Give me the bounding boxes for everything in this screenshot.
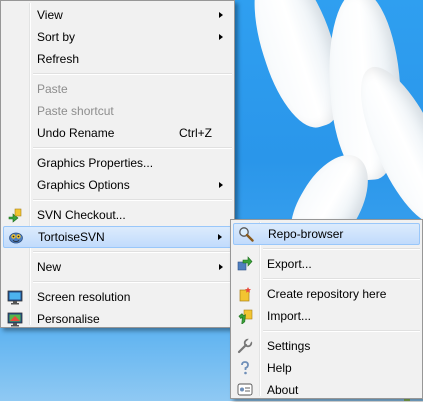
submenu-arrow-icon bbox=[219, 34, 223, 40]
menu-item-paste-shortcut[interactable]: Paste shortcut bbox=[3, 100, 232, 122]
menu-item-tortoisesvn[interactable]: TortoiseSVN bbox=[3, 226, 232, 248]
menu-separator bbox=[263, 278, 420, 280]
submenu-arrow-icon bbox=[219, 264, 223, 270]
menu-item-sort-by[interactable]: Sort by bbox=[3, 26, 232, 48]
submenu-arrow-icon bbox=[218, 234, 222, 240]
menu-item-undo-rename[interactable]: Undo Rename Ctrl+Z bbox=[3, 122, 232, 144]
personalise-icon bbox=[7, 311, 23, 327]
menu-item-label: Export... bbox=[267, 257, 312, 271]
menu-separator bbox=[33, 73, 232, 75]
submenu-item-create-repository[interactable]: Create repository here bbox=[233, 283, 420, 305]
menu-item-label: Undo Rename bbox=[37, 126, 115, 140]
menu-item-label: Help bbox=[267, 361, 292, 375]
menu-item-label: Sort by bbox=[37, 30, 76, 44]
svn-checkout-icon bbox=[7, 207, 23, 223]
menu-separator bbox=[33, 281, 232, 283]
menu-item-paste[interactable]: Paste bbox=[3, 78, 232, 100]
menu-item-label: Import... bbox=[267, 309, 312, 323]
menu-item-svn-checkout[interactable]: SVN Checkout... bbox=[3, 204, 232, 226]
menu-item-label: TortoiseSVN bbox=[38, 230, 105, 244]
tortoisesvn-icon bbox=[8, 229, 24, 245]
repo-browser-icon bbox=[238, 226, 254, 242]
menu-separator bbox=[33, 251, 232, 253]
export-icon bbox=[237, 256, 253, 272]
menu-separator bbox=[263, 248, 420, 250]
menu-item-label: SVN Checkout... bbox=[37, 208, 126, 222]
menu-item-new[interactable]: New bbox=[3, 256, 232, 278]
menu-separator bbox=[33, 199, 232, 201]
submenu-item-export[interactable]: Export... bbox=[233, 253, 420, 275]
desktop-context-menu: View Sort by Refresh Paste Paste shortcu… bbox=[0, 0, 235, 328]
menu-item-label: Paste bbox=[37, 82, 68, 96]
screen-resolution-icon bbox=[7, 289, 23, 305]
menu-item-label: About bbox=[267, 383, 299, 397]
menu-item-screen-resolution[interactable]: Screen resolution bbox=[3, 286, 232, 308]
submenu-item-import[interactable]: Import... bbox=[233, 305, 420, 327]
menu-item-view[interactable]: View bbox=[3, 4, 232, 26]
menu-item-label: Refresh bbox=[37, 52, 80, 66]
help-icon bbox=[237, 360, 253, 376]
menu-item-label: New bbox=[37, 260, 62, 274]
menu-item-label: Repo-browser bbox=[268, 227, 344, 241]
menu-separator bbox=[263, 330, 420, 332]
menu-item-label: Paste shortcut bbox=[37, 104, 114, 118]
menu-item-label: Create repository here bbox=[267, 287, 387, 301]
menu-item-label: Screen resolution bbox=[37, 290, 131, 304]
about-icon bbox=[237, 382, 253, 398]
submenu-item-settings[interactable]: Settings bbox=[233, 335, 420, 357]
menu-item-label: View bbox=[37, 8, 63, 22]
menu-item-shortcut: Ctrl+Z bbox=[179, 126, 212, 140]
submenu-arrow-icon bbox=[219, 12, 223, 18]
submenu-item-help[interactable]: Help bbox=[233, 357, 420, 379]
tortoisesvn-submenu: Repo-browser Export... Create repository… bbox=[230, 219, 423, 399]
submenu-item-about[interactable]: About bbox=[233, 379, 420, 401]
menu-item-graphics-options[interactable]: Graphics Options bbox=[3, 174, 232, 196]
menu-item-label: Personalise bbox=[37, 312, 100, 326]
import-icon bbox=[237, 308, 253, 325]
submenu-item-repo-browser[interactable]: Repo-browser bbox=[233, 223, 420, 245]
menu-item-graphics-properties[interactable]: Graphics Properties... bbox=[3, 152, 232, 174]
menu-item-label: Settings bbox=[267, 339, 311, 353]
settings-icon bbox=[237, 337, 253, 354]
menu-item-label: Graphics Properties... bbox=[37, 156, 154, 170]
menu-item-personalise[interactable]: Personalise bbox=[3, 308, 232, 330]
create-repository-icon bbox=[237, 286, 253, 302]
menu-item-refresh[interactable]: Refresh bbox=[3, 48, 232, 70]
menu-separator bbox=[33, 147, 232, 149]
menu-item-label: Graphics Options bbox=[37, 178, 130, 192]
submenu-arrow-icon bbox=[219, 182, 223, 188]
